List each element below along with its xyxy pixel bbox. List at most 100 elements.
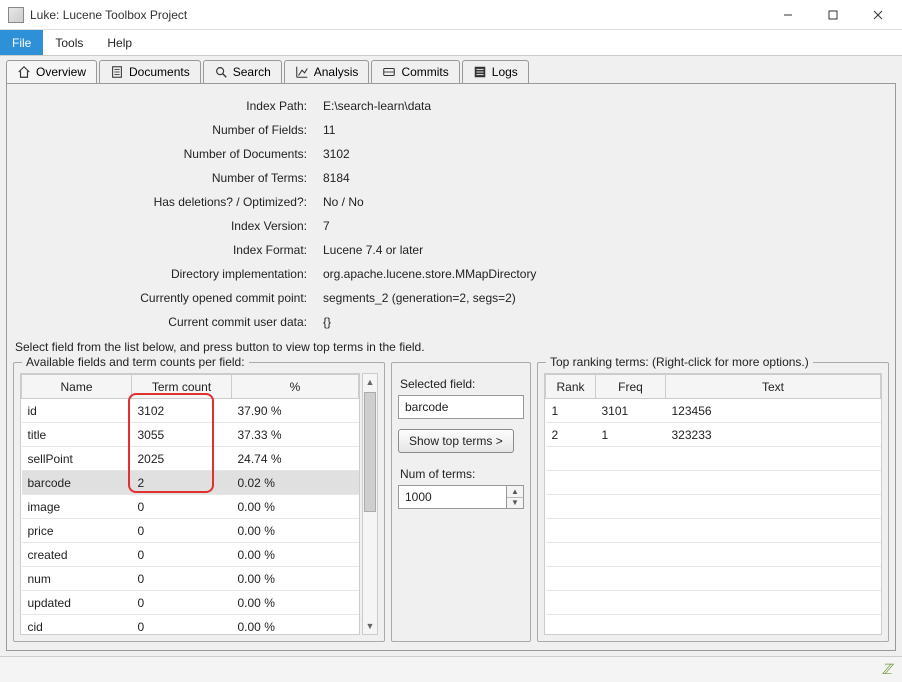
label-num-terms: Number of Terms: <box>13 166 323 190</box>
cell-pct: 0.00 % <box>232 495 359 519</box>
num-terms-spinner[interactable]: ▲▼ <box>506 485 524 509</box>
spin-down-icon[interactable]: ▼ <box>507 498 523 509</box>
commits-icon <box>382 65 396 79</box>
cell-count: 0 <box>132 615 232 636</box>
cell-count: 0 <box>132 519 232 543</box>
table-row[interactable]: num00.00 % <box>22 567 359 591</box>
scroll-thumb[interactable] <box>364 392 376 512</box>
logs-icon <box>473 65 487 79</box>
label-version: Index Version: <box>13 214 323 238</box>
table-row-empty <box>546 591 881 615</box>
minimize-button[interactable] <box>765 1 810 29</box>
fields-scrollbar[interactable]: ▲ ▼ <box>362 373 378 635</box>
cell-name: barcode <box>22 471 132 495</box>
col-name[interactable]: Name <box>22 375 132 399</box>
tab-documents[interactable]: Documents <box>99 60 201 83</box>
cell-name: cid <box>22 615 132 636</box>
table-row[interactable]: barcode20.02 % <box>22 471 359 495</box>
tab-logs[interactable]: Logs <box>462 60 529 83</box>
col-term-count[interactable]: Term count <box>132 375 232 399</box>
cell-freq: 1 <box>596 423 666 447</box>
label-format: Index Format: <box>13 238 323 262</box>
close-button[interactable] <box>855 1 900 29</box>
tabstrip: Overview Documents Search Analysis Commi… <box>6 60 896 83</box>
col-pct[interactable]: % <box>232 375 359 399</box>
menu-file[interactable]: File <box>0 30 43 55</box>
terms-table[interactable]: Rank Freq Text 1310112345621323233 <box>545 374 881 635</box>
cell-name: id <box>22 399 132 423</box>
cell-count: 0 <box>132 567 232 591</box>
instruction-text: Select field from the list below, and pr… <box>15 340 889 354</box>
selected-field-input[interactable] <box>398 395 524 419</box>
table-row-empty <box>546 495 881 519</box>
table-row[interactable]: image00.00 % <box>22 495 359 519</box>
num-terms-input[interactable] <box>398 485 506 509</box>
tab-overview[interactable]: Overview <box>6 60 97 83</box>
table-row[interactable]: updated00.00 % <box>22 591 359 615</box>
tab-label: Logs <box>492 65 518 79</box>
selected-field-label: Selected field: <box>400 377 524 391</box>
cell-count: 3055 <box>132 423 232 447</box>
col-freq[interactable]: Freq <box>596 375 666 399</box>
col-rank[interactable]: Rank <box>546 375 596 399</box>
spin-up-icon[interactable]: ▲ <box>507 486 523 498</box>
cell-name: created <box>22 543 132 567</box>
menubar: File Tools Help <box>0 30 902 56</box>
table-row-empty <box>546 519 881 543</box>
cell-count: 0 <box>132 543 232 567</box>
fields-groupbox: Available fields and term counts per fie… <box>13 362 385 642</box>
table-row-empty <box>546 543 881 567</box>
table-row-empty <box>546 567 881 591</box>
num-terms-label: Num of terms: <box>400 467 524 481</box>
cell-name: image <box>22 495 132 519</box>
document-icon <box>110 65 124 79</box>
cell-pct: 37.33 % <box>232 423 359 447</box>
tab-label: Analysis <box>314 65 359 79</box>
cell-count: 0 <box>132 495 232 519</box>
tab-commits[interactable]: Commits <box>371 60 459 83</box>
cell-name: num <box>22 567 132 591</box>
status-icon: ℤ <box>882 661 892 678</box>
home-icon <box>17 65 31 79</box>
value-index-path: E:\search-learn\data <box>323 94 431 118</box>
maximize-button[interactable] <box>810 1 855 29</box>
col-text[interactable]: Text <box>666 375 881 399</box>
fields-table[interactable]: Name Term count % id310237.90 %title3055… <box>21 374 359 635</box>
table-row[interactable]: id310237.90 % <box>22 399 359 423</box>
table-row[interactable]: cid00.00 % <box>22 615 359 636</box>
value-dir-impl: org.apache.lucene.store.MMapDirectory <box>323 262 536 286</box>
table-row[interactable]: 13101123456 <box>546 399 881 423</box>
value-format: Lucene 7.4 or later <box>323 238 423 262</box>
cell-pct: 0.00 % <box>232 591 359 615</box>
cell-pct: 24.74 % <box>232 447 359 471</box>
tab-analysis[interactable]: Analysis <box>284 60 370 83</box>
value-commit-point: segments_2 (generation=2, segs=2) <box>323 286 516 310</box>
label-num-docs: Number of Documents: <box>13 142 323 166</box>
table-row-empty <box>546 615 881 636</box>
cell-pct: 0.00 % <box>232 615 359 636</box>
cell-pct: 37.90 % <box>232 399 359 423</box>
table-row[interactable]: 21323233 <box>546 423 881 447</box>
tab-search[interactable]: Search <box>203 60 282 83</box>
menu-tools[interactable]: Tools <box>43 30 95 55</box>
cell-pct: 0.00 % <box>232 543 359 567</box>
value-num-docs: 3102 <box>323 142 350 166</box>
scroll-down-icon[interactable]: ▼ <box>363 618 377 634</box>
cell-name: sellPoint <box>22 447 132 471</box>
table-row[interactable]: sellPoint202524.74 % <box>22 447 359 471</box>
table-row-empty <box>546 447 881 471</box>
label-index-path: Index Path: <box>13 94 323 118</box>
cell-count: 2025 <box>132 447 232 471</box>
table-row[interactable]: title305537.33 % <box>22 423 359 447</box>
table-row[interactable]: created00.00 % <box>22 543 359 567</box>
tab-label: Overview <box>36 65 86 79</box>
cell-count: 2 <box>132 471 232 495</box>
menu-help[interactable]: Help <box>95 30 144 55</box>
cell-freq: 3101 <box>596 399 666 423</box>
terms-legend: Top ranking terms: (Right-click for more… <box>546 355 813 369</box>
table-row[interactable]: price00.00 % <box>22 519 359 543</box>
app-icon <box>8 7 24 23</box>
show-top-terms-button[interactable]: Show top terms > <box>398 429 514 453</box>
scroll-up-icon[interactable]: ▲ <box>363 374 377 390</box>
cell-pct: 0.02 % <box>232 471 359 495</box>
